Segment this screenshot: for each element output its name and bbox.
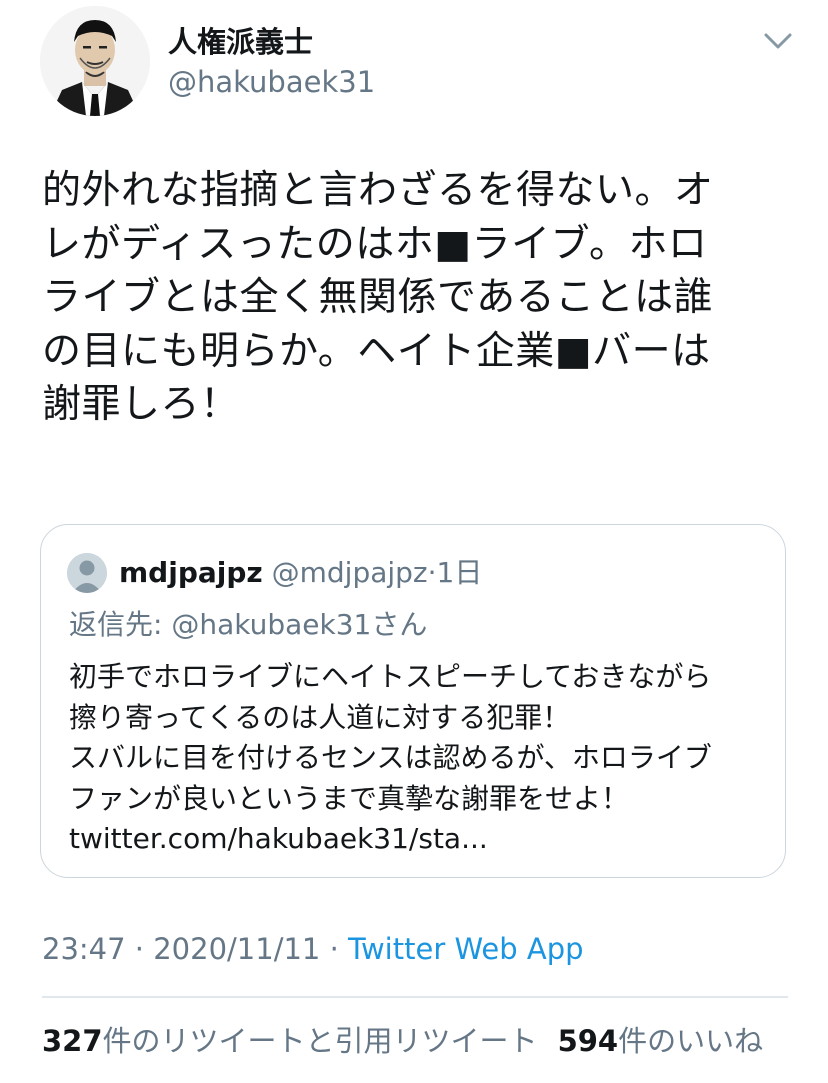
quoted-author-avatar[interactable] — [67, 553, 107, 593]
quoted-reply-to[interactable]: 返信先: @hakubaek31さん — [69, 607, 427, 643]
author-display-name[interactable]: 人権派義士 — [168, 24, 313, 60]
quoted-author-handle[interactable]: @mdjpajpz — [272, 556, 428, 589]
tweet-text-line: 謝罪しろ！ — [42, 382, 240, 427]
tweet-stats: 327件のリツイートと引用リツイート 594件のいいね — [42, 1022, 763, 1060]
tweet-text: 的外れな指摘と言わざるを得ない。オ レがディスったのはホ■ライブ。ホロ ライブと… — [42, 164, 792, 432]
tweet-meta: 23:47 · 2020/11/11 · Twitter Web App — [42, 930, 584, 968]
quoted-tweet-text: 初手でホロライブにヘイトスピーチしておきながら 擦り寄ってくるのは人道に対する犯… — [69, 657, 712, 860]
default-avatar-icon — [67, 553, 107, 593]
quoted-text-line: スバルに目を付けるセンスは認めるが、ホロライブ — [69, 741, 712, 774]
quoted-text-line: ファンが良いというまで真摯な謝罪をせよ！ — [69, 781, 630, 815]
tweet-source-link[interactable]: Twitter Web App — [348, 932, 584, 966]
quoted-text-line: 初手でホロライブにヘイトスピーチしておきながら — [69, 660, 712, 693]
likes-label: 件のいいね — [618, 1024, 764, 1058]
meta-separator: · — [320, 932, 349, 966]
likes-count: 594 — [557, 1024, 619, 1058]
quoted-author-name[interactable]: mdjpajpz — [119, 556, 263, 589]
likes-stat[interactable]: 594件のいいね — [558, 1024, 764, 1058]
tweet-text-line: ライブとは全く無関係であることは誰 — [42, 275, 714, 320]
author-avatar[interactable] — [40, 6, 150, 116]
retweets-count: 327 — [42, 1024, 103, 1058]
tweet-menu-button[interactable] — [758, 26, 798, 56]
retweets-label: 件のリツイートと引用リツイート — [102, 1024, 538, 1058]
quoted-text-line: 擦り寄ってくるのは人道に対する犯罪！ — [69, 700, 571, 734]
retweets-stat[interactable]: 327件のリツイートと引用リツイート — [42, 1024, 538, 1058]
tweet-text-line: レがディスったのはホ■ライブ。ホロ — [42, 221, 708, 267]
quoted-tweet-card[interactable]: mdjpajpz @mdjpajpz·1日 返信先: @hakubaek31さん… — [40, 524, 786, 878]
chevron-down-icon — [764, 33, 792, 49]
avatar-illustration — [40, 6, 150, 116]
quoted-timestamp[interactable]: 1日 — [437, 556, 483, 589]
quoted-link[interactable]: twitter.com/hakubaek31/sta... — [69, 819, 712, 860]
tweet-time[interactable]: 23:47 — [42, 932, 126, 966]
tweet-date[interactable]: 2020/11/11 — [153, 932, 320, 966]
tweet-text-line: 的外れな指摘と言わざるを得ない。オ — [42, 168, 714, 213]
tweet-text-line: の目にも明らか。ヘイト企業■バーは — [42, 328, 711, 374]
quoted-header: mdjpajpz @mdjpajpz·1日 — [119, 555, 482, 591]
quoted-separator: · — [427, 556, 437, 589]
meta-separator: · — [125, 932, 154, 966]
divider — [42, 996, 788, 998]
author-handle[interactable]: @hakubaek31 — [168, 64, 375, 100]
